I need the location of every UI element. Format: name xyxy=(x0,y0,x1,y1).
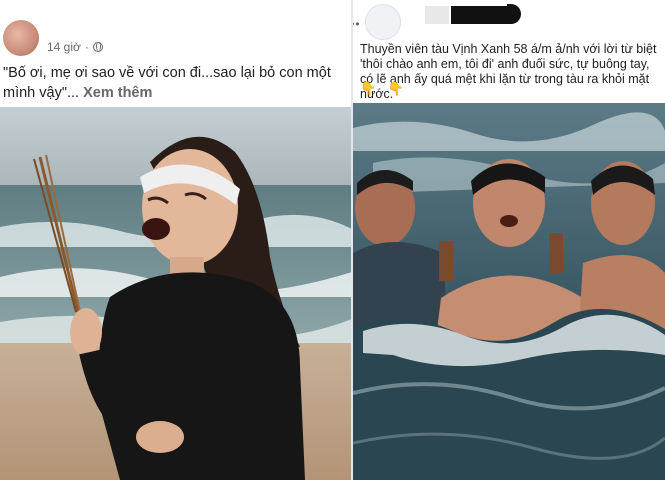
avatar[interactable] xyxy=(3,20,39,56)
sea-rescue-illustration xyxy=(353,103,665,480)
post-meta: 14 giờ · xyxy=(47,40,103,54)
left-post: 14 giờ · "Bố ơi, mẹ ơi sao về với con đi… xyxy=(0,0,352,480)
beach-scene-illustration xyxy=(0,107,352,480)
redacted-name-block xyxy=(425,6,449,24)
post-photo-grieving-woman[interactable] xyxy=(0,107,352,480)
more-dots-icon[interactable]: ••• xyxy=(353,17,361,31)
post-photo-men-in-sea[interactable] xyxy=(353,103,665,480)
post-time[interactable]: 14 giờ xyxy=(47,40,81,54)
right-post: Thuyền viên tàu Vịnh Xanh 58 á/m ả/nh vớ… xyxy=(353,0,665,480)
post-caption: "Bố ơi, mẹ ơi sao về với con đi...sao lạ… xyxy=(3,63,351,103)
redacted-name-block xyxy=(507,4,521,24)
see-more-link[interactable]: Xem thêm xyxy=(83,85,152,101)
pointing-down-emoji: 👇 👇 xyxy=(360,81,408,96)
avatar[interactable] xyxy=(365,4,401,40)
caption-text: "Bố ơi, mẹ ơi sao về với con đi...sao lạ… xyxy=(3,65,331,101)
globe-icon xyxy=(92,42,103,52)
redacted-name-block xyxy=(451,6,507,24)
